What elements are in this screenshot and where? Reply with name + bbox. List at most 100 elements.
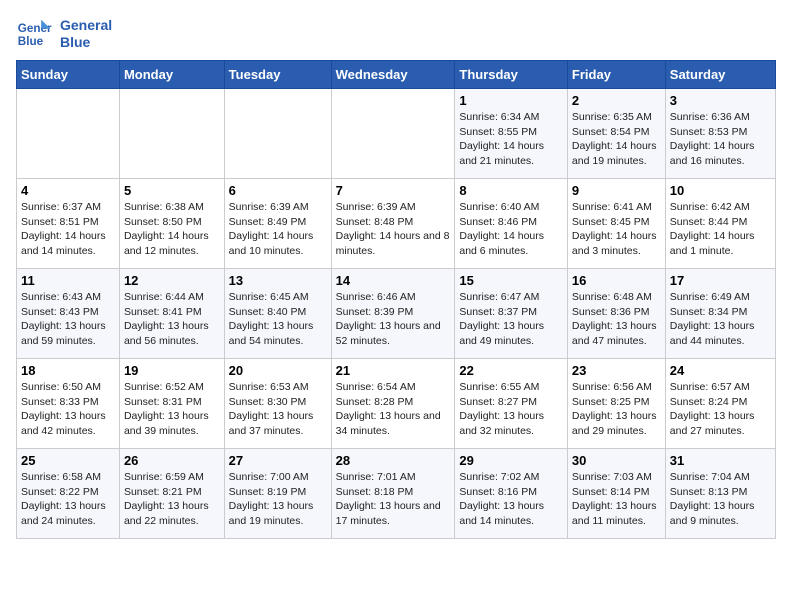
calendar-cell: 3 Sunrise: 6:36 AM Sunset: 8:53 PM Daylig…	[665, 89, 775, 179]
day-number: 17	[670, 273, 771, 288]
calendar-table: SundayMondayTuesdayWednesdayThursdayFrid…	[16, 60, 776, 539]
calendar-cell: 20 Sunrise: 6:53 AM Sunset: 8:30 PM Dayli…	[224, 359, 331, 449]
day-number: 5	[124, 183, 220, 198]
day-number: 9	[572, 183, 661, 198]
day-content: Sunrise: 6:34 AM Sunset: 8:55 PM Dayligh…	[459, 110, 563, 169]
day-number: 15	[459, 273, 563, 288]
day-number: 13	[229, 273, 327, 288]
day-content: Sunrise: 7:02 AM Sunset: 8:16 PM Dayligh…	[459, 470, 563, 529]
calendar-cell: 7 Sunrise: 6:39 AM Sunset: 8:48 PM Daylig…	[331, 179, 455, 269]
calendar-cell: 9 Sunrise: 6:41 AM Sunset: 8:45 PM Daylig…	[567, 179, 665, 269]
day-number: 4	[21, 183, 115, 198]
day-content: Sunrise: 7:03 AM Sunset: 8:14 PM Dayligh…	[572, 470, 661, 529]
calendar-week-row: 4 Sunrise: 6:37 AM Sunset: 8:51 PM Daylig…	[17, 179, 776, 269]
day-content: Sunrise: 6:57 AM Sunset: 8:24 PM Dayligh…	[670, 380, 771, 439]
calendar-header-wednesday: Wednesday	[331, 61, 455, 89]
calendar-week-row: 11 Sunrise: 6:43 AM Sunset: 8:43 PM Dayli…	[17, 269, 776, 359]
calendar-cell: 10 Sunrise: 6:42 AM Sunset: 8:44 PM Dayli…	[665, 179, 775, 269]
day-number: 28	[336, 453, 451, 468]
calendar-header-monday: Monday	[119, 61, 224, 89]
day-number: 19	[124, 363, 220, 378]
calendar-week-row: 1 Sunrise: 6:34 AM Sunset: 8:55 PM Daylig…	[17, 89, 776, 179]
day-number: 30	[572, 453, 661, 468]
calendar-cell: 21 Sunrise: 6:54 AM Sunset: 8:28 PM Dayli…	[331, 359, 455, 449]
day-number: 3	[670, 93, 771, 108]
calendar-cell: 28Sunrise: 7:01 AM Sunset: 8:18 PM Dayli…	[331, 449, 455, 539]
day-content: Sunrise: 6:47 AM Sunset: 8:37 PM Dayligh…	[459, 290, 563, 349]
calendar-cell: 5 Sunrise: 6:38 AM Sunset: 8:50 PM Daylig…	[119, 179, 224, 269]
calendar-cell: 22Sunrise: 6:55 AM Sunset: 8:27 PM Dayli…	[455, 359, 568, 449]
day-content: Sunrise: 6:43 AM Sunset: 8:43 PM Dayligh…	[21, 290, 115, 349]
day-content: Sunrise: 6:41 AM Sunset: 8:45 PM Dayligh…	[572, 200, 661, 259]
calendar-cell: 30 Sunrise: 7:03 AM Sunset: 8:14 PM Dayli…	[567, 449, 665, 539]
calendar-cell: 11 Sunrise: 6:43 AM Sunset: 8:43 PM Dayli…	[17, 269, 120, 359]
calendar-cell: 18Sunrise: 6:50 AM Sunset: 8:33 PM Dayli…	[17, 359, 120, 449]
day-content: Sunrise: 6:39 AM Sunset: 8:48 PM Dayligh…	[336, 200, 451, 259]
calendar-cell: 14 Sunrise: 6:46 AM Sunset: 8:39 PM Dayli…	[331, 269, 455, 359]
day-content: Sunrise: 6:42 AM Sunset: 8:44 PM Dayligh…	[670, 200, 771, 259]
calendar-cell: 23Sunrise: 6:56 AM Sunset: 8:25 PM Dayli…	[567, 359, 665, 449]
day-content: Sunrise: 6:38 AM Sunset: 8:50 PM Dayligh…	[124, 200, 220, 259]
day-content: Sunrise: 6:48 AM Sunset: 8:36 PM Dayligh…	[572, 290, 661, 349]
calendar-cell: 12Sunrise: 6:44 AM Sunset: 8:41 PM Dayli…	[119, 269, 224, 359]
svg-text:General: General	[18, 22, 52, 35]
calendar-cell	[224, 89, 331, 179]
calendar-cell: 19 Sunrise: 6:52 AM Sunset: 8:31 PM Dayli…	[119, 359, 224, 449]
day-number: 31	[670, 453, 771, 468]
logo-text: GeneralBlue	[60, 17, 112, 51]
day-content: Sunrise: 6:37 AM Sunset: 8:51 PM Dayligh…	[21, 200, 115, 259]
calendar-cell: 31 Sunrise: 7:04 AM Sunset: 8:13 PM Dayli…	[665, 449, 775, 539]
day-content: Sunrise: 7:04 AM Sunset: 8:13 PM Dayligh…	[670, 470, 771, 529]
calendar-cell: 24 Sunrise: 6:57 AM Sunset: 8:24 PM Dayli…	[665, 359, 775, 449]
calendar-cell	[331, 89, 455, 179]
day-content: Sunrise: 6:58 AM Sunset: 8:22 PM Dayligh…	[21, 470, 115, 529]
day-content: Sunrise: 6:35 AM Sunset: 8:54 PM Dayligh…	[572, 110, 661, 169]
day-number: 10	[670, 183, 771, 198]
day-number: 8	[459, 183, 563, 198]
calendar-header-row: SundayMondayTuesdayWednesdayThursdayFrid…	[17, 61, 776, 89]
day-content: Sunrise: 6:52 AM Sunset: 8:31 PM Dayligh…	[124, 380, 220, 439]
calendar-cell: 1 Sunrise: 6:34 AM Sunset: 8:55 PM Daylig…	[455, 89, 568, 179]
calendar-cell: 8 Sunrise: 6:40 AM Sunset: 8:46 PM Daylig…	[455, 179, 568, 269]
calendar-header-friday: Friday	[567, 61, 665, 89]
day-number: 21	[336, 363, 451, 378]
calendar-cell	[17, 89, 120, 179]
day-content: Sunrise: 6:56 AM Sunset: 8:25 PM Dayligh…	[572, 380, 661, 439]
logo-icon: General Blue	[16, 16, 52, 52]
day-number: 27	[229, 453, 327, 468]
day-content: Sunrise: 6:46 AM Sunset: 8:39 PM Dayligh…	[336, 290, 451, 349]
day-content: Sunrise: 6:59 AM Sunset: 8:21 PM Dayligh…	[124, 470, 220, 529]
calendar-cell: 2Sunrise: 6:35 AM Sunset: 8:54 PM Daylig…	[567, 89, 665, 179]
day-content: Sunrise: 6:54 AM Sunset: 8:28 PM Dayligh…	[336, 380, 451, 439]
calendar-cell: 4 Sunrise: 6:37 AM Sunset: 8:51 PM Daylig…	[17, 179, 120, 269]
day-number: 11	[21, 273, 115, 288]
day-number: 24	[670, 363, 771, 378]
calendar-cell: 29Sunrise: 7:02 AM Sunset: 8:16 PM Dayli…	[455, 449, 568, 539]
day-content: Sunrise: 7:00 AM Sunset: 8:19 PM Dayligh…	[229, 470, 327, 529]
day-content: Sunrise: 6:53 AM Sunset: 8:30 PM Dayligh…	[229, 380, 327, 439]
calendar-header-thursday: Thursday	[455, 61, 568, 89]
day-number: 25	[21, 453, 115, 468]
day-number: 1	[459, 93, 563, 108]
day-number: 26	[124, 453, 220, 468]
calendar-cell: 13 Sunrise: 6:45 AM Sunset: 8:40 PM Dayli…	[224, 269, 331, 359]
calendar-cell	[119, 89, 224, 179]
calendar-cell: 26 Sunrise: 6:59 AM Sunset: 8:21 PM Dayli…	[119, 449, 224, 539]
day-content: Sunrise: 6:45 AM Sunset: 8:40 PM Dayligh…	[229, 290, 327, 349]
day-content: Sunrise: 6:40 AM Sunset: 8:46 PM Dayligh…	[459, 200, 563, 259]
calendar-cell: 16Sunrise: 6:48 AM Sunset: 8:36 PM Dayli…	[567, 269, 665, 359]
calendar-header-saturday: Saturday	[665, 61, 775, 89]
calendar-cell: 17Sunrise: 6:49 AM Sunset: 8:34 PM Dayli…	[665, 269, 775, 359]
day-number: 18	[21, 363, 115, 378]
calendar-cell: 6Sunrise: 6:39 AM Sunset: 8:49 PM Daylig…	[224, 179, 331, 269]
day-content: Sunrise: 6:36 AM Sunset: 8:53 PM Dayligh…	[670, 110, 771, 169]
day-number: 22	[459, 363, 563, 378]
day-number: 14	[336, 273, 451, 288]
day-number: 7	[336, 183, 451, 198]
calendar-cell: 15 Sunrise: 6:47 AM Sunset: 8:37 PM Dayli…	[455, 269, 568, 359]
calendar-header-sunday: Sunday	[17, 61, 120, 89]
header: General Blue GeneralBlue	[16, 16, 776, 52]
day-number: 12	[124, 273, 220, 288]
calendar-cell: 25 Sunrise: 6:58 AM Sunset: 8:22 PM Dayli…	[17, 449, 120, 539]
day-number: 20	[229, 363, 327, 378]
